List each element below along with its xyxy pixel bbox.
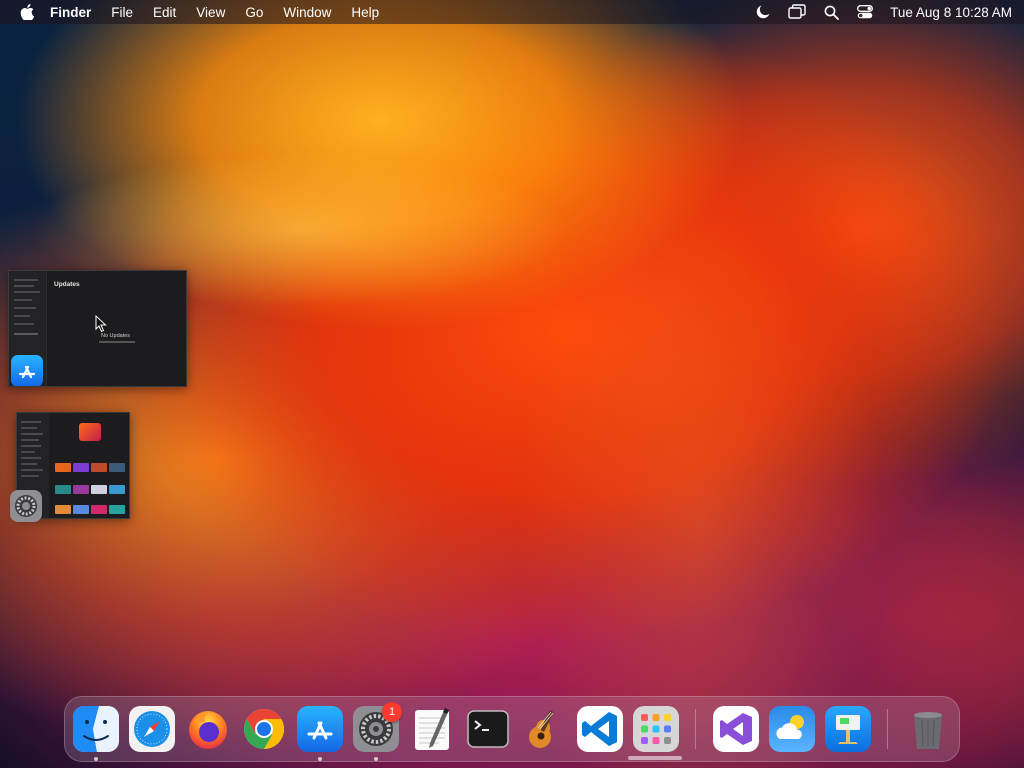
menu-help[interactable]: Help [351, 5, 379, 20]
wallpaper-tile [73, 463, 89, 472]
mouse-pointer-icon [95, 314, 107, 333]
moon-icon[interactable] [754, 3, 772, 21]
wallpaper-tile [109, 485, 125, 494]
wallpaper-tile [109, 463, 125, 472]
running-indicator [374, 757, 378, 761]
vscode-icon[interactable] [577, 706, 623, 752]
control-center-icon[interactable] [856, 3, 874, 21]
menu-bar: Finder File Edit View Go Window Help Tue… [0, 0, 1024, 24]
menu-go[interactable]: Go [245, 5, 263, 20]
trash-icon[interactable] [905, 706, 951, 752]
textedit-icon[interactable] [409, 706, 455, 752]
wallpaper-preview [79, 423, 101, 441]
app-store-icon[interactable] [297, 706, 343, 752]
firefox-icon[interactable] [185, 706, 231, 752]
menu-bar-status-area: Tue Aug 8 10:28 AM [738, 3, 1012, 21]
no-updates-detail-line [99, 341, 135, 343]
wallpaper-tile [55, 485, 71, 494]
wallpaper-tile [91, 485, 107, 494]
no-updates-message: No Updates [101, 333, 131, 339]
safari-icon[interactable] [129, 706, 175, 752]
apple-menu-icon[interactable] [20, 4, 34, 20]
running-indicator [94, 757, 98, 761]
menu-edit[interactable]: Edit [153, 5, 176, 20]
launchpad-icon[interactable] [633, 706, 679, 752]
wallpaper-tile [109, 505, 125, 514]
notification-badge: 1 [382, 702, 402, 722]
wallpaper-tile [73, 505, 89, 514]
screen-mirroring-icon[interactable] [788, 3, 806, 21]
menu-window[interactable]: Window [283, 5, 331, 20]
menu-bar-clock[interactable]: Tue Aug 8 10:28 AM [890, 5, 1012, 20]
dock-separator [695, 709, 696, 749]
terminal-icon[interactable] [465, 706, 511, 752]
finder-icon[interactable] [73, 706, 119, 752]
wallpaper-tile [91, 505, 107, 514]
system-settings-icon [10, 490, 42, 522]
app-store-icon [11, 355, 43, 386]
app-store-window-thumbnail[interactable]: Updates No Updates [8, 270, 187, 387]
window-title: Updates [54, 281, 80, 288]
visual-studio-icon[interactable] [713, 706, 759, 752]
weather-icon[interactable] [769, 706, 815, 752]
dock-scroll-indicator [628, 756, 682, 760]
spotlight-search-icon[interactable] [822, 3, 840, 21]
garageband-icon[interactable] [521, 706, 567, 752]
wallpaper-tile [55, 463, 71, 472]
wallpaper-tile [55, 505, 71, 514]
running-indicator [318, 757, 322, 761]
keynote-icon[interactable] [825, 706, 871, 752]
dock-separator [887, 709, 888, 749]
dock [64, 696, 960, 762]
wallpaper-tile [91, 463, 107, 472]
menu-app-name[interactable]: Finder [50, 5, 91, 20]
wallpaper-tile [73, 485, 89, 494]
menu-view[interactable]: View [196, 5, 225, 20]
menu-file[interactable]: File [111, 5, 133, 20]
chrome-icon[interactable] [241, 706, 287, 752]
